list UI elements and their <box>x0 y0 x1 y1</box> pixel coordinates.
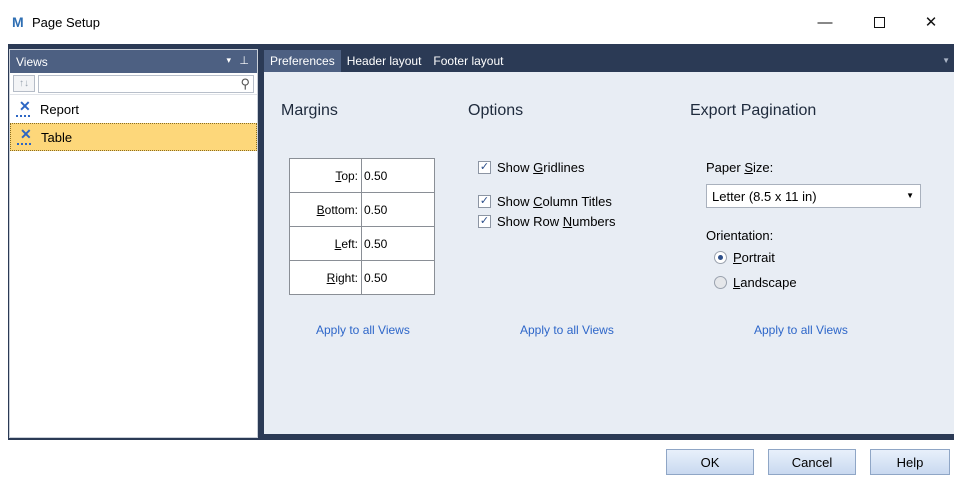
view-item-label: Report <box>40 101 80 117</box>
table-view-icon: ✕ <box>17 126 33 145</box>
show-row-numbers-checkbox[interactable]: ✓ Show Row Numbers <box>478 214 616 229</box>
sort-button[interactable]: ↑↓ <box>13 75 35 92</box>
search-icon: ⚲ <box>240 75 250 91</box>
views-toolbar: ↑↓ ⚲ <box>10 73 257 95</box>
cancel-button[interactable]: Cancel <box>768 449 856 475</box>
maximize-button[interactable] <box>856 6 902 38</box>
panel-dropdown-icon[interactable]: ▾ <box>226 55 231 66</box>
paper-size-value: Letter (8.5 x 11 in) <box>712 188 817 204</box>
check-icon: ✓ <box>478 195 491 208</box>
window-title: Page Setup <box>32 15 100 30</box>
paper-size-label: Paper Size: <box>706 160 774 175</box>
portrait-label: Portrait <box>733 250 775 265</box>
tab-header-layout[interactable]: Header layout <box>341 50 428 72</box>
show-column-titles-label: Show Column Titles <box>497 194 612 209</box>
dialog-button-bar: OK Cancel Help <box>0 440 954 480</box>
show-gridlines-label: Show Gridlines <box>497 160 585 175</box>
margin-bottom-input[interactable]: 0.50 <box>361 192 435 227</box>
radio-selected-icon <box>714 251 727 264</box>
margin-label-right: Right: <box>289 260 362 295</box>
tab-strip: Preferences Header layout Footer layout … <box>264 50 954 72</box>
tab-footer-layout[interactable]: Footer layout <box>427 50 509 72</box>
check-icon: ✓ <box>478 215 491 228</box>
orientation-label: Orientation: <box>706 228 774 243</box>
minimize-button[interactable]: — <box>802 6 848 38</box>
show-row-numbers-label: Show Row Numbers <box>497 214 616 229</box>
check-icon: ✓ <box>478 161 491 174</box>
margin-row-bottom: Bottom: 0.50 <box>289 192 435 227</box>
report-view-icon: ✕ <box>16 98 32 117</box>
margin-row-right: Right: 0.50 <box>289 260 435 295</box>
radio-unselected-icon <box>714 276 727 289</box>
preferences-pane: Margins Top: 0.50 Bottom: 0.50 Left: 0.5… <box>264 72 954 434</box>
view-item-report[interactable]: ✕ Report <box>10 95 257 123</box>
margin-left-input[interactable]: 0.50 <box>361 226 435 261</box>
tab-preferences[interactable]: Preferences <box>264 50 341 72</box>
margin-row-top: Top: 0.50 <box>289 158 435 193</box>
export-apply-link[interactable]: Apply to all Views <box>754 323 848 337</box>
margin-top-input[interactable]: 0.50 <box>361 158 435 193</box>
margin-right-input[interactable]: 0.50 <box>361 260 435 295</box>
margin-label-bottom: Bottom: <box>289 192 362 227</box>
options-apply-link[interactable]: Apply to all Views <box>520 323 614 337</box>
show-column-titles-checkbox[interactable]: ✓ Show Column Titles <box>478 194 612 209</box>
margin-row-left: Left: 0.50 <box>289 226 435 261</box>
landscape-label: Landscape <box>733 275 797 290</box>
export-pagination-title: Export Pagination <box>690 102 817 119</box>
paper-size-select[interactable]: Letter (8.5 x 11 in) ▼ <box>706 184 921 208</box>
views-panel: Views ▾ ⊥ ↑↓ ⚲ ✕ Report ✕ Table <box>9 49 258 438</box>
app-logo-icon: M <box>12 14 24 30</box>
views-panel-title: Views <box>16 54 48 69</box>
margins-apply-link[interactable]: Apply to all Views <box>316 323 410 337</box>
margins-table: Top: 0.50 Bottom: 0.50 Left: 0.50 Right:… <box>289 158 435 295</box>
portrait-radio[interactable]: Portrait <box>714 250 775 265</box>
close-button[interactable]: ✕ <box>908 6 954 38</box>
margin-label-left: Left: <box>289 226 362 261</box>
margins-title: Margins <box>281 102 338 119</box>
ok-button[interactable]: OK <box>666 449 754 475</box>
help-button[interactable]: Help <box>870 449 950 475</box>
pin-icon[interactable]: ⊥ <box>239 54 249 67</box>
chevron-down-icon: ▼ <box>906 191 914 200</box>
view-item-label: Table <box>41 129 73 145</box>
view-item-table[interactable]: ✕ Table <box>10 123 257 151</box>
views-panel-header: Views ▾ ⊥ <box>10 50 257 73</box>
show-gridlines-checkbox[interactable]: ✓ Show Gridlines <box>478 160 584 175</box>
tab-overflow-icon[interactable]: ▼ <box>942 56 950 65</box>
maximize-icon <box>873 16 885 28</box>
margin-label-top: Top: <box>289 158 362 193</box>
options-title: Options <box>468 102 524 119</box>
views-search-input[interactable]: ⚲ <box>38 74 254 93</box>
title-bar: M Page Setup — ✕ <box>0 0 954 44</box>
landscape-radio[interactable]: Landscape <box>714 275 797 290</box>
